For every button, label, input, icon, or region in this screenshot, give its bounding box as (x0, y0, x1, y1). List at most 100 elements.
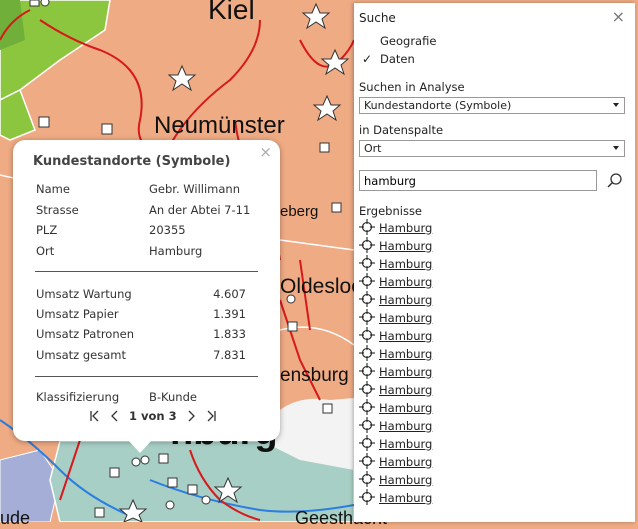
classification-key: Klassifizierung (36, 390, 120, 404)
search-in-label: Suchen in Analyse (359, 80, 465, 94)
result-item[interactable]: Hamburg (359, 398, 432, 418)
result-link[interactable]: Hamburg (379, 473, 432, 487)
search-panel: Suche × Geografie ✓ Daten Suchen in Anal… (354, 3, 635, 522)
info-value: An der Abtei 7-11 (149, 203, 251, 217)
column-select[interactable]: Ort (359, 140, 625, 157)
map-label-oldesloe: Oldesloe (280, 275, 363, 298)
result-item[interactable]: Hamburg (359, 218, 432, 238)
next-page-icon[interactable] (181, 406, 201, 426)
sales-key: Umsatz Wartung (36, 287, 132, 301)
checkmark-icon: ✓ (362, 52, 373, 66)
locate-icon[interactable] (359, 488, 375, 508)
sales-key: Umsatz Papier (36, 307, 119, 321)
locate-icon[interactable] (359, 272, 375, 292)
result-link[interactable]: Hamburg (379, 293, 432, 307)
locate-icon[interactable] (359, 326, 375, 346)
column-select-value: Ort (364, 142, 382, 155)
result-item[interactable]: Hamburg (359, 326, 432, 346)
locate-icon[interactable] (359, 434, 375, 454)
result-link[interactable]: Hamburg (379, 365, 432, 379)
result-item[interactable]: Hamburg (359, 290, 432, 310)
option-daten[interactable]: Daten (380, 52, 415, 66)
result-link[interactable]: Hamburg (379, 329, 432, 343)
result-link[interactable]: Hamburg (379, 401, 432, 415)
panel-title: Suche (359, 11, 396, 25)
analysis-select[interactable]: Kundestandorte (Symbole) (359, 97, 625, 114)
result-item[interactable]: Hamburg (359, 416, 432, 436)
popup-title: Kundestandorte (Symbole) (33, 154, 231, 169)
popup-pager: 1 von 3 (85, 406, 221, 426)
locate-icon[interactable] (359, 236, 375, 256)
info-key: Strasse (36, 203, 79, 217)
result-item[interactable]: Hamburg (359, 236, 432, 256)
sales-value: 1.391 (213, 307, 246, 321)
results-list: Hamburg Hamburg Hamburg Hamburg Hamburg Hambu… (359, 218, 432, 508)
locate-icon[interactable] (359, 470, 375, 490)
result-item[interactable]: Hamburg (359, 272, 432, 292)
panel-close-icon[interactable]: × (612, 7, 625, 26)
classification-value: B-Kunde (149, 390, 197, 404)
dropdown-arrow-icon (613, 103, 619, 107)
result-link[interactable]: Hamburg (379, 437, 432, 451)
result-link[interactable]: Hamburg (379, 275, 432, 289)
map-label-segeberg: eberg (280, 203, 319, 220)
sales-key: Umsatz gesamt (36, 348, 126, 362)
locate-icon[interactable] (359, 380, 375, 400)
result-item[interactable]: Hamburg (359, 434, 432, 454)
sales-value: 4.607 (213, 287, 246, 301)
result-link[interactable]: Hamburg (379, 257, 432, 271)
sales-value: 7.831 (213, 348, 246, 362)
popup-close-icon[interactable]: × (259, 143, 272, 161)
sales-key: Umsatz Patronen (36, 327, 134, 341)
dropdown-arrow-icon (613, 146, 619, 150)
result-link[interactable]: Hamburg (379, 311, 432, 325)
popup-pointer (128, 440, 152, 453)
locate-icon[interactable] (359, 362, 375, 382)
first-page-icon[interactable] (85, 406, 105, 426)
locate-icon[interactable] (359, 416, 375, 436)
page-indicator: 1 von 3 (129, 409, 177, 423)
info-value: Gebr. Willimann (149, 182, 240, 196)
feature-info-popup: Kundestandorte (Symbole) × Name Gebr. Wi… (13, 140, 280, 441)
info-key: PLZ (36, 223, 58, 237)
search-icon[interactable] (606, 172, 624, 190)
result-item[interactable]: Hamburg (359, 470, 432, 490)
result-link[interactable]: Hamburg (379, 455, 432, 469)
result-item[interactable]: Hamburg (359, 452, 432, 472)
info-key: Ort (36, 244, 55, 258)
locate-icon[interactable] (359, 254, 375, 274)
result-item[interactable]: Hamburg (359, 308, 432, 328)
result-link[interactable]: Hamburg (379, 239, 432, 253)
analysis-select-value: Kundestandorte (Symbole) (364, 99, 512, 112)
result-link[interactable]: Hamburg (379, 419, 432, 433)
search-input[interactable] (359, 170, 597, 191)
info-key: Name (36, 182, 70, 196)
result-item[interactable]: Hamburg (359, 344, 432, 364)
result-link[interactable]: Hamburg (379, 347, 432, 361)
option-geografie[interactable]: Geografie (380, 34, 436, 48)
map-label-stade: ude (0, 508, 31, 528)
locate-icon[interactable] (359, 344, 375, 364)
map-label-neumuenster: Neumünster (154, 112, 285, 139)
locate-icon[interactable] (359, 452, 375, 472)
popup-divider (35, 376, 258, 377)
locate-icon[interactable] (359, 290, 375, 310)
locate-icon[interactable] (359, 218, 375, 238)
last-page-icon[interactable] (201, 406, 221, 426)
result-link[interactable]: Hamburg (379, 491, 432, 505)
popup-divider (35, 271, 258, 272)
result-link[interactable]: Hamburg (379, 383, 432, 397)
results-label: Ergebnisse (359, 204, 423, 218)
result-item[interactable]: Hamburg (359, 362, 432, 382)
locate-icon[interactable] (359, 308, 375, 328)
column-label: in Datenspalte (359, 123, 444, 137)
prev-page-icon[interactable] (105, 406, 125, 426)
result-link[interactable]: Hamburg (379, 221, 432, 235)
sales-value: 1.833 (213, 327, 246, 341)
result-item[interactable]: Hamburg (359, 488, 432, 508)
locate-icon[interactable] (359, 398, 375, 418)
result-item[interactable]: Hamburg (359, 254, 432, 274)
map-label-kiel: Kiel (208, 0, 255, 25)
info-value: 20355 (149, 223, 186, 237)
result-item[interactable]: Hamburg (359, 380, 432, 400)
